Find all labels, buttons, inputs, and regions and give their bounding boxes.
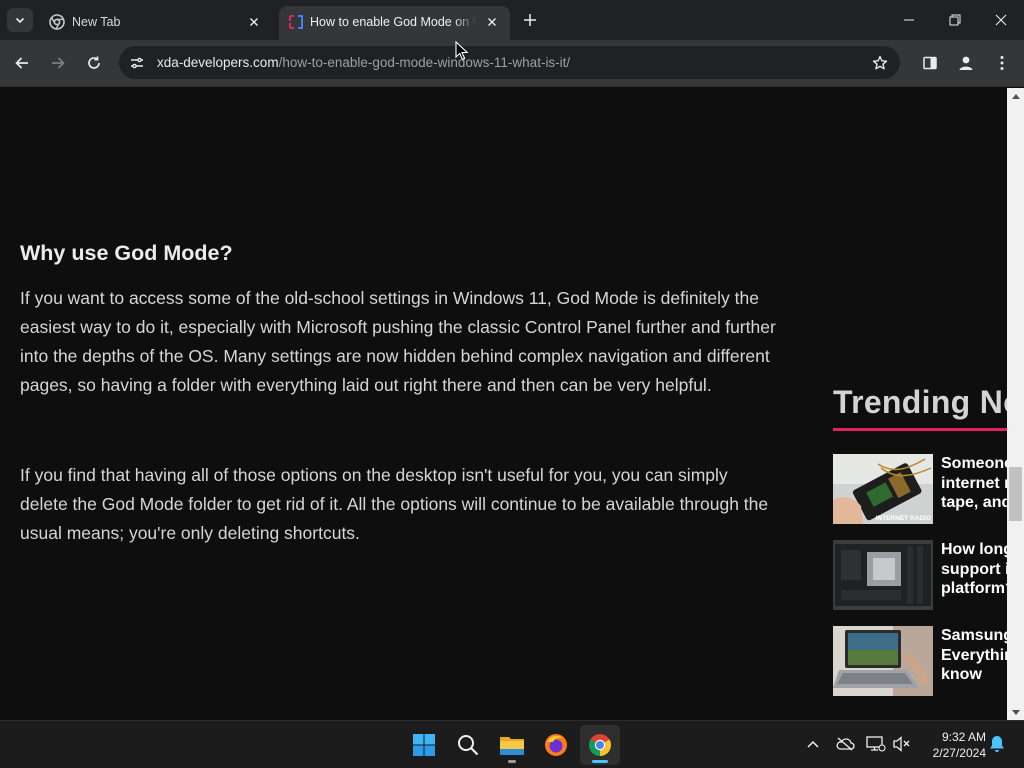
menu-button[interactable] bbox=[987, 48, 1017, 78]
start-icon bbox=[413, 734, 435, 756]
system-clock[interactable]: 9:32 AM 2/27/2024 bbox=[916, 729, 986, 761]
file-explorer-button[interactable] bbox=[492, 725, 532, 765]
close-tab-icon[interactable] bbox=[484, 14, 500, 30]
windows-taskbar: 9:32 AM 2/27/2024 bbox=[0, 720, 1024, 768]
arrow-left-icon bbox=[15, 57, 28, 69]
trending-thumbnail[interactable] bbox=[833, 626, 933, 696]
show-hidden-icons-chevron-icon[interactable] bbox=[802, 733, 824, 755]
chrome-icon bbox=[49, 14, 65, 30]
plus-icon bbox=[524, 14, 536, 26]
notification-bell-icon[interactable] bbox=[986, 733, 1008, 755]
active-indicator bbox=[592, 760, 608, 763]
onedrive-offline-icon[interactable] bbox=[834, 733, 856, 755]
scroll-down-arrow-icon[interactable] bbox=[1007, 705, 1024, 719]
tab-search-button[interactable] bbox=[7, 8, 33, 32]
address-bar[interactable]: xda-developers.com/how-to-enable-god-mod… bbox=[119, 46, 900, 79]
reload-icon bbox=[88, 56, 100, 69]
tab-new-tab[interactable]: New Tab bbox=[40, 6, 274, 40]
mouse-cursor-icon bbox=[455, 41, 469, 61]
restore-icon bbox=[949, 14, 961, 26]
trending-thumbnail[interactable]: INTERNET RADIO bbox=[833, 454, 933, 524]
trending-headline[interactable]: Someone internet r tape, and bbox=[941, 454, 1007, 513]
side-panel-icon bbox=[923, 56, 937, 70]
headline-line: support i bbox=[941, 560, 1007, 578]
network-icon[interactable] bbox=[865, 733, 887, 755]
page-scrollbar[interactable] bbox=[1007, 88, 1024, 720]
trending-headline[interactable]: How long support i platform? bbox=[941, 540, 1007, 599]
web-page: Why use God Mode? If you want to access … bbox=[0, 88, 1007, 720]
more-vert-icon bbox=[1000, 56, 1004, 70]
trending-item[interactable]: INTERNET RADIO Someone internet r tape, … bbox=[833, 454, 1007, 524]
headline-line: know bbox=[941, 666, 982, 683]
headline-line: Everythin bbox=[941, 646, 1007, 664]
trending-section: Trending No INTERNET RADIO Someone inter… bbox=[833, 384, 1007, 696]
side-panel-button[interactable] bbox=[915, 48, 945, 78]
browser-toolbar: xda-developers.com/how-to-enable-god-mod… bbox=[0, 40, 1024, 87]
headline-line: tape, and bbox=[941, 494, 1007, 511]
arrow-right-icon bbox=[52, 57, 65, 69]
back-button[interactable] bbox=[7, 48, 37, 78]
trending-title: Trending No bbox=[833, 384, 1007, 420]
firefox-icon bbox=[545, 734, 567, 756]
chrome-button[interactable] bbox=[580, 725, 620, 765]
profile-button[interactable] bbox=[951, 48, 981, 78]
xda-logo-icon bbox=[289, 15, 303, 29]
chevron-down-icon bbox=[15, 17, 25, 24]
firefox-button[interactable] bbox=[536, 725, 576, 765]
reload-button[interactable] bbox=[79, 48, 109, 78]
restore-button[interactable] bbox=[932, 0, 978, 40]
trending-underline bbox=[833, 428, 1007, 431]
bookmark-star-icon[interactable] bbox=[870, 53, 890, 73]
search-icon bbox=[458, 735, 479, 756]
new-tab-button[interactable] bbox=[518, 8, 542, 32]
trending-thumbnail[interactable] bbox=[833, 540, 933, 610]
scrollbar-thumb[interactable] bbox=[1009, 467, 1022, 521]
scroll-up-arrow-icon[interactable] bbox=[1007, 89, 1024, 103]
headline-line: Samsung bbox=[941, 627, 1007, 644]
close-window-button[interactable] bbox=[978, 0, 1024, 40]
start-button[interactable] bbox=[404, 725, 444, 765]
minimize-icon bbox=[904, 19, 914, 21]
url-host: xda-developers.com bbox=[157, 55, 279, 70]
article-paragraph: If you want to access some of the old-sc… bbox=[20, 288, 776, 395]
volume-muted-icon[interactable] bbox=[891, 733, 913, 755]
tab-title: How to enable God Mode on Windows 11 bbox=[310, 15, 476, 29]
article-paragraph: If you find that having all of those opt… bbox=[20, 465, 769, 543]
tab-god-mode-article[interactable]: How to enable God Mode on Windows 11 bbox=[279, 6, 510, 40]
article-heading: Why use God Mode? bbox=[20, 241, 233, 265]
tab-title: New Tab bbox=[72, 15, 121, 29]
clock-date: 2/27/2024 bbox=[932, 746, 986, 760]
trending-item[interactable]: How long support i platform? bbox=[833, 540, 1007, 610]
minimize-button[interactable] bbox=[886, 0, 932, 40]
headline-line: Someone bbox=[941, 455, 1007, 472]
chrome-icon bbox=[589, 734, 611, 756]
search-button[interactable] bbox=[448, 725, 488, 765]
headline-line: How long bbox=[941, 541, 1007, 558]
url-path: /how-to-enable-god-mode-windows-11-what-… bbox=[278, 55, 571, 70]
headline-line: internet r bbox=[941, 474, 1007, 492]
file-explorer-icon bbox=[500, 737, 524, 755]
tab-strip: New Tab How to enable God Mode on Window… bbox=[0, 0, 1024, 40]
trending-item[interactable]: Samsung Everythin know bbox=[833, 626, 1007, 696]
running-indicator bbox=[508, 760, 516, 763]
profile-icon bbox=[959, 56, 973, 70]
forward-button[interactable] bbox=[43, 48, 73, 78]
site-info-icon[interactable] bbox=[128, 54, 146, 72]
close-icon bbox=[995, 14, 1007, 26]
thumbnail-label: INTERNET RADIO bbox=[876, 515, 931, 522]
close-tab-icon[interactable] bbox=[246, 14, 262, 30]
url-text[interactable]: xda-developers.com/how-to-enable-god-mod… bbox=[157, 55, 570, 71]
headline-line: platform? bbox=[941, 580, 1007, 597]
trending-headline[interactable]: Samsung Everythin know bbox=[941, 626, 1007, 685]
clock-time: 9:32 AM bbox=[941, 730, 986, 744]
